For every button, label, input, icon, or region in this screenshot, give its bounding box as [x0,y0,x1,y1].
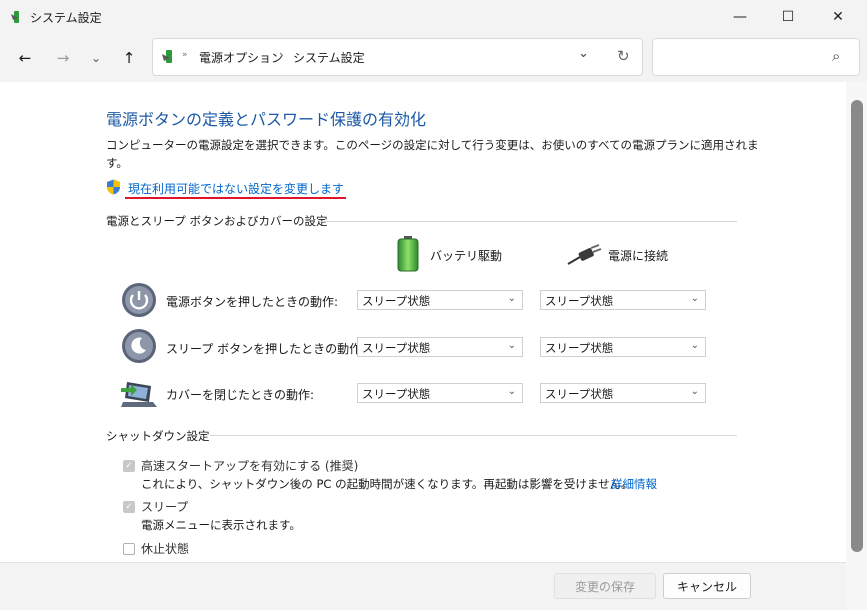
hibernate-label: 休止状態 [141,542,190,556]
select-value: スリープ状態 [362,294,431,308]
change-unavailable-settings-link[interactable]: 現在利用可能ではない設定を変更します [128,180,344,197]
minimize-button[interactable]: — [717,0,763,34]
scrollbar-thumb[interactable] [851,100,863,552]
chevron-down-icon: ⌄ [507,340,516,351]
chevron-down-icon: ⌄ [690,386,699,397]
search-input[interactable] [652,38,860,76]
hibernate-checkbox[interactable] [123,543,135,555]
maximize-button[interactable]: ☐ [765,0,811,34]
shutdown-section-header: シャットダウン設定 [106,429,210,443]
cancel-button[interactable]: キャンセル [663,573,751,599]
highlight-underline [125,197,346,199]
sleep-button-action-label: スリープ ボタンを押したときの動作: [166,342,366,356]
refresh-button[interactable]: ↻ [617,47,630,65]
sleep-checkbox[interactable]: ✓ [123,501,135,513]
chevron-down-icon: ⌄ [690,340,699,351]
fast-startup-description: これにより、シャットダウン後の PC の起動時間が速くなります。再起動は影響を受… [141,477,633,491]
fast-startup-label: 高速スタートアップを有効にする (推奨) [141,459,359,473]
address-dropdown-button[interactable]: ⌄ [578,46,589,61]
power-section-header: 電源とスリープ ボタンおよびカバーの設定 [106,214,328,228]
power-button-plugged-select[interactable]: スリープ状態 ⌄ [540,290,706,310]
sleep-label: スリープ [141,500,189,514]
up-button[interactable]: ↑ [117,46,141,70]
section-divider [210,435,737,436]
select-value: スリープ状態 [545,341,614,355]
chevron-down-icon: ⌄ [507,386,516,397]
select-value: スリープ状態 [545,387,614,401]
sleep-description: 電源メニューに表示されます。 [141,518,301,532]
breadcrumb-system-settings[interactable]: システム設定 [293,49,365,66]
page-description-line1: コンピューターの電源設定を選択できます。このページの設定に対して行う変更は、お使… [106,138,759,152]
recent-locations-button[interactable]: ⌄ [84,46,108,70]
app-icon [9,9,25,25]
plugged-in-column-label: 電源に接続 [608,249,669,263]
power-button-action-label: 電源ボタンを押したときの動作: [166,295,339,309]
select-value: スリープ状態 [362,387,431,401]
close-button[interactable]: ✕ [815,0,861,34]
battery-column-label: バッテリ駆動 [430,249,503,263]
fast-startup-checkbox[interactable]: ✓ [123,460,135,472]
sleep-button-icon [121,328,157,364]
search-icon[interactable]: ⌕ [832,47,840,65]
page-title: 電源ボタンの定義とパスワード保護の有効化 [106,110,427,129]
lid-close-plugged-select[interactable]: スリープ状態 ⌄ [540,383,706,403]
lid-close-battery-select[interactable]: スリープ状態 ⌄ [357,383,523,403]
page-description-line2: す。 [106,156,128,170]
sleep-button-plugged-select[interactable]: スリープ状態 ⌄ [540,337,706,357]
more-info-link[interactable]: 詳細情報 [611,476,657,492]
chevron-down-icon: ⌄ [507,293,516,304]
select-value: スリープ状態 [545,294,614,308]
laptop-lid-icon [119,376,159,410]
forward-button[interactable]: → [51,46,75,70]
chevron-down-icon: ⌄ [690,293,699,304]
breadcrumb-root-chevron: » [182,50,188,60]
breadcrumb-power-options[interactable]: 電源オプション [199,49,283,66]
breadcrumb-separator: › [279,48,284,62]
control-panel-icon [160,48,178,66]
section-divider [320,221,737,222]
sleep-button-battery-select[interactable]: スリープ状態 ⌄ [357,337,523,357]
battery-icon [397,236,419,272]
window-title: システム設定 [30,11,102,25]
power-button-icon [121,282,157,318]
select-value: スリープ状態 [362,341,431,355]
plug-icon [566,243,602,267]
lid-close-action-label: カバーを閉じたときの動作: [166,388,315,402]
save-changes-button[interactable]: 変更の保存 [554,573,656,599]
power-button-battery-select[interactable]: スリープ状態 ⌄ [357,290,523,310]
back-button[interactable]: ← [13,46,37,70]
uac-shield-icon [106,179,121,195]
